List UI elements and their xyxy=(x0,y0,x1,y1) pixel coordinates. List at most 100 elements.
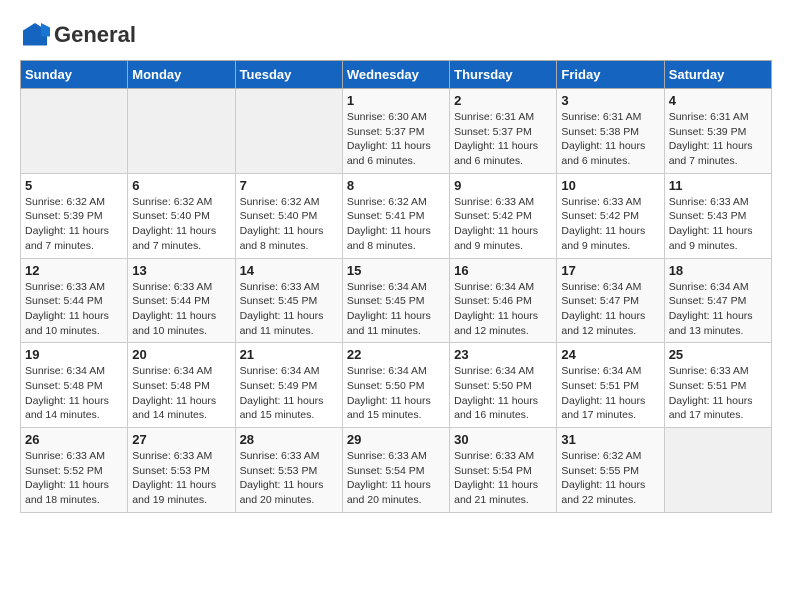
day-info: Sunrise: 6:32 AM Sunset: 5:39 PM Dayligh… xyxy=(25,195,123,254)
day-info: Sunrise: 6:34 AM Sunset: 5:49 PM Dayligh… xyxy=(240,364,338,423)
calendar-cell: 1Sunrise: 6:30 AM Sunset: 5:37 PM Daylig… xyxy=(342,89,449,174)
calendar-cell: 13 Sunrise: 6:33 AM Sunset: 5:44 PM Dayli… xyxy=(128,258,235,343)
day-number: 18 xyxy=(669,263,767,278)
logo: General xyxy=(20,20,136,50)
day-number: 13 xyxy=(132,263,230,278)
calendar-cell xyxy=(235,89,342,174)
day-number: 7 xyxy=(240,178,338,193)
weekday-header: Wednesday xyxy=(342,61,449,89)
day-info: Sunrise: 6:32 AM Sunset: 5:40 PM Dayligh… xyxy=(132,195,230,254)
day-info: Sunrise: 6:32 AM Sunset: 5:40 PM Dayligh… xyxy=(240,195,338,254)
day-number: 10 xyxy=(561,178,659,193)
day-info: Sunrise: 6:31 AM Sunset: 5:39 PM Dayligh… xyxy=(669,110,767,169)
day-info: Sunrise: 6:34 AM Sunset: 5:46 PM Dayligh… xyxy=(454,280,552,339)
day-number: 9 xyxy=(454,178,552,193)
calendar-cell: 22 Sunrise: 6:34 AM Sunset: 5:50 PM Dayli… xyxy=(342,343,449,428)
day-number: 8 xyxy=(347,178,445,193)
calendar-week-row: 1Sunrise: 6:30 AM Sunset: 5:37 PM Daylig… xyxy=(21,89,772,174)
day-number: 20 xyxy=(132,347,230,362)
page-header: General xyxy=(20,20,772,50)
calendar-header: SundayMondayTuesdayWednesdayThursdayFrid… xyxy=(21,61,772,89)
day-info: Sunrise: 6:31 AM Sunset: 5:37 PM Dayligh… xyxy=(454,110,552,169)
day-info: Sunrise: 6:34 AM Sunset: 5:48 PM Dayligh… xyxy=(25,364,123,423)
calendar-cell: 28Sunrise: 6:33 AM Sunset: 5:53 PM Dayli… xyxy=(235,428,342,513)
day-info: Sunrise: 6:33 AM Sunset: 5:45 PM Dayligh… xyxy=(240,280,338,339)
day-info: Sunrise: 6:33 AM Sunset: 5:43 PM Dayligh… xyxy=(669,195,767,254)
day-number: 14 xyxy=(240,263,338,278)
calendar-cell xyxy=(128,89,235,174)
calendar-cell: 6 Sunrise: 6:32 AM Sunset: 5:40 PM Daylig… xyxy=(128,173,235,258)
day-number: 21 xyxy=(240,347,338,362)
calendar-cell: 10 Sunrise: 6:33 AM Sunset: 5:42 PM Dayli… xyxy=(557,173,664,258)
calendar-cell: 25 Sunrise: 6:33 AM Sunset: 5:51 PM Dayli… xyxy=(664,343,771,428)
day-info: Sunrise: 6:31 AM Sunset: 5:38 PM Dayligh… xyxy=(561,110,659,169)
calendar-cell: 29 Sunrise: 6:33 AM Sunset: 5:54 PM Dayli… xyxy=(342,428,449,513)
calendar-body: 1Sunrise: 6:30 AM Sunset: 5:37 PM Daylig… xyxy=(21,89,772,513)
day-number: 29 xyxy=(347,432,445,447)
calendar-week-row: 19 Sunrise: 6:34 AM Sunset: 5:48 PM Dayli… xyxy=(21,343,772,428)
calendar-cell: 9 Sunrise: 6:33 AM Sunset: 5:42 PM Daylig… xyxy=(450,173,557,258)
calendar-cell: 31 Sunrise: 6:32 AM Sunset: 5:55 PM Dayli… xyxy=(557,428,664,513)
calendar-cell: 2 Sunrise: 6:31 AM Sunset: 5:37 PM Daylig… xyxy=(450,89,557,174)
calendar-week-row: 12 Sunrise: 6:33 AM Sunset: 5:44 PM Dayli… xyxy=(21,258,772,343)
day-info: Sunrise: 6:33 AM Sunset: 5:51 PM Dayligh… xyxy=(669,364,767,423)
day-info: Sunrise: 6:34 AM Sunset: 5:45 PM Dayligh… xyxy=(347,280,445,339)
day-info: Sunrise: 6:33 AM Sunset: 5:54 PM Dayligh… xyxy=(454,449,552,508)
day-number: 22 xyxy=(347,347,445,362)
calendar-cell: 7 Sunrise: 6:32 AM Sunset: 5:40 PM Daylig… xyxy=(235,173,342,258)
weekday-header: Monday xyxy=(128,61,235,89)
day-info: Sunrise: 6:33 AM Sunset: 5:42 PM Dayligh… xyxy=(454,195,552,254)
calendar-cell: 21 Sunrise: 6:34 AM Sunset: 5:49 PM Dayli… xyxy=(235,343,342,428)
day-info: Sunrise: 6:32 AM Sunset: 5:55 PM Dayligh… xyxy=(561,449,659,508)
calendar-cell: 26Sunrise: 6:33 AM Sunset: 5:52 PM Dayli… xyxy=(21,428,128,513)
calendar-cell: 30 Sunrise: 6:33 AM Sunset: 5:54 PM Dayli… xyxy=(450,428,557,513)
day-number: 28 xyxy=(240,432,338,447)
day-info: Sunrise: 6:33 AM Sunset: 5:44 PM Dayligh… xyxy=(25,280,123,339)
calendar-cell: 27 Sunrise: 6:33 AM Sunset: 5:53 PM Dayli… xyxy=(128,428,235,513)
calendar-cell: 11 Sunrise: 6:33 AM Sunset: 5:43 PM Dayli… xyxy=(664,173,771,258)
day-number: 19 xyxy=(25,347,123,362)
logo-text: General xyxy=(54,23,136,47)
day-number: 31 xyxy=(561,432,659,447)
day-info: Sunrise: 6:33 AM Sunset: 5:42 PM Dayligh… xyxy=(561,195,659,254)
day-number: 6 xyxy=(132,178,230,193)
day-number: 25 xyxy=(669,347,767,362)
logo-icon xyxy=(20,20,50,50)
day-number: 30 xyxy=(454,432,552,447)
day-info: Sunrise: 6:34 AM Sunset: 5:50 PM Dayligh… xyxy=(454,364,552,423)
day-number: 27 xyxy=(132,432,230,447)
day-number: 3 xyxy=(561,93,659,108)
calendar-week-row: 26Sunrise: 6:33 AM Sunset: 5:52 PM Dayli… xyxy=(21,428,772,513)
day-info: Sunrise: 6:33 AM Sunset: 5:54 PM Dayligh… xyxy=(347,449,445,508)
day-info: Sunrise: 6:34 AM Sunset: 5:50 PM Dayligh… xyxy=(347,364,445,423)
day-number: 15 xyxy=(347,263,445,278)
calendar-cell: 20Sunrise: 6:34 AM Sunset: 5:48 PM Dayli… xyxy=(128,343,235,428)
day-info: Sunrise: 6:32 AM Sunset: 5:41 PM Dayligh… xyxy=(347,195,445,254)
weekday-header: Thursday xyxy=(450,61,557,89)
day-number: 12 xyxy=(25,263,123,278)
weekday-header: Friday xyxy=(557,61,664,89)
calendar-week-row: 5 Sunrise: 6:32 AM Sunset: 5:39 PM Daylig… xyxy=(21,173,772,258)
day-number: 5 xyxy=(25,178,123,193)
day-info: Sunrise: 6:34 AM Sunset: 5:47 PM Dayligh… xyxy=(561,280,659,339)
calendar-cell xyxy=(664,428,771,513)
day-number: 23 xyxy=(454,347,552,362)
calendar-cell: 4Sunrise: 6:31 AM Sunset: 5:39 PM Daylig… xyxy=(664,89,771,174)
day-number: 1 xyxy=(347,93,445,108)
day-number: 2 xyxy=(454,93,552,108)
day-number: 16 xyxy=(454,263,552,278)
weekday-row: SundayMondayTuesdayWednesdayThursdayFrid… xyxy=(21,61,772,89)
day-info: Sunrise: 6:33 AM Sunset: 5:44 PM Dayligh… xyxy=(132,280,230,339)
day-info: Sunrise: 6:34 AM Sunset: 5:51 PM Dayligh… xyxy=(561,364,659,423)
calendar-cell: 24 Sunrise: 6:34 AM Sunset: 5:51 PM Dayli… xyxy=(557,343,664,428)
calendar-cell: 14 Sunrise: 6:33 AM Sunset: 5:45 PM Dayli… xyxy=(235,258,342,343)
day-number: 24 xyxy=(561,347,659,362)
calendar-table: SundayMondayTuesdayWednesdayThursdayFrid… xyxy=(20,60,772,513)
weekday-header: Saturday xyxy=(664,61,771,89)
day-info: Sunrise: 6:33 AM Sunset: 5:52 PM Dayligh… xyxy=(25,449,123,508)
calendar-cell: 19 Sunrise: 6:34 AM Sunset: 5:48 PM Dayli… xyxy=(21,343,128,428)
calendar-cell: 3 Sunrise: 6:31 AM Sunset: 5:38 PM Daylig… xyxy=(557,89,664,174)
day-number: 11 xyxy=(669,178,767,193)
day-info: Sunrise: 6:33 AM Sunset: 5:53 PM Dayligh… xyxy=(132,449,230,508)
weekday-header: Sunday xyxy=(21,61,128,89)
